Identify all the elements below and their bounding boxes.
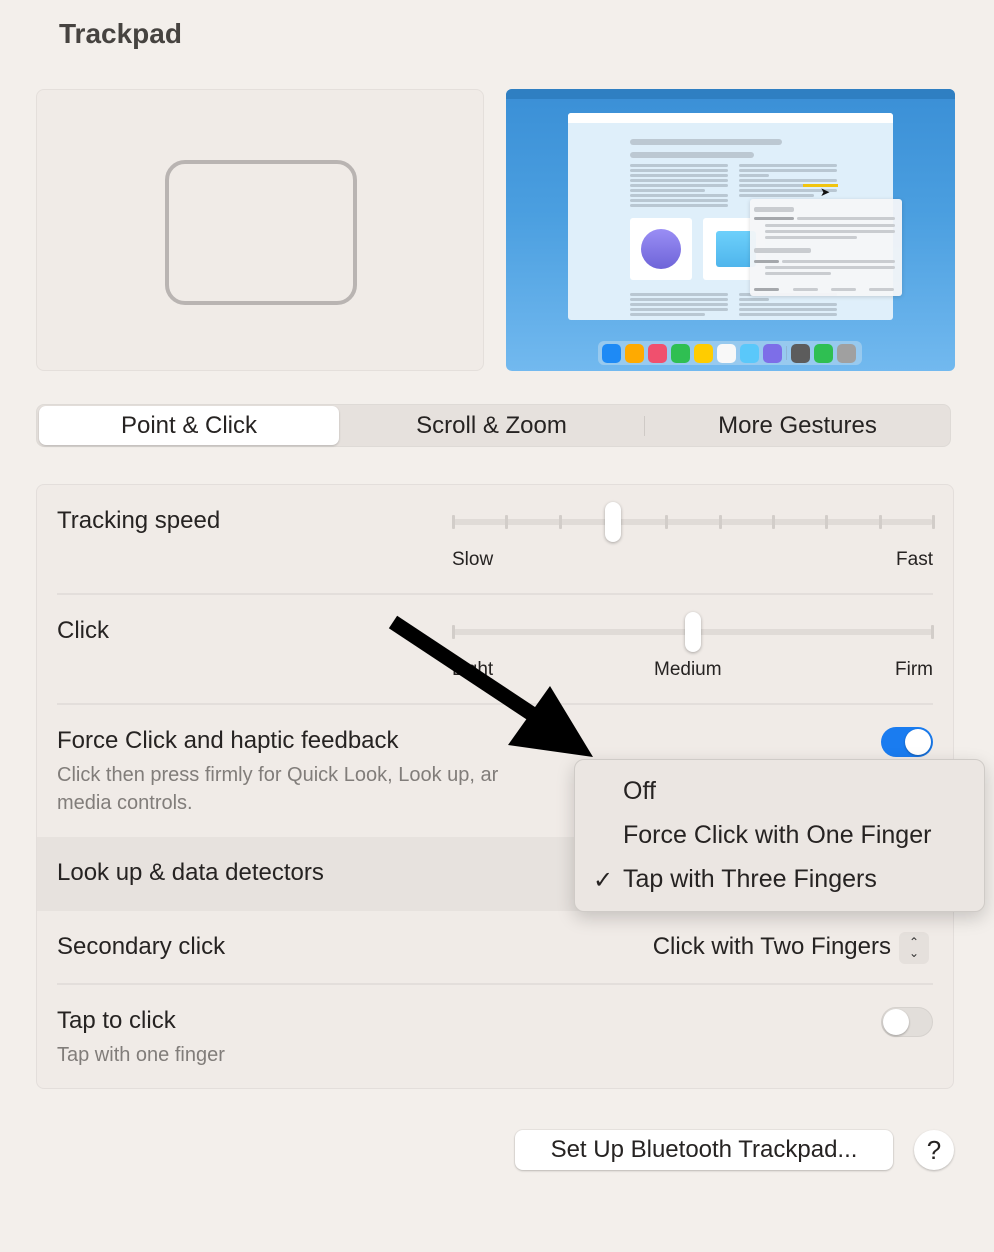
look-up-dropdown-menu: Off Force Click with One Finger ✓ Tap wi…: [574, 759, 985, 912]
tracking-speed-label: Tracking speed: [57, 507, 221, 534]
secondary-click-stepper[interactable]: ⌃ ⌄: [899, 932, 929, 964]
tab-bar: Point & Click Scroll & Zoom More Gesture…: [36, 404, 951, 447]
force-click-label: Force Click and haptic feedback: [57, 727, 399, 754]
dock-app-icon: [791, 343, 810, 363]
help-button[interactable]: ?: [914, 1130, 954, 1170]
dock-app-icon: [602, 343, 621, 363]
checkmark-icon: ✓: [593, 867, 614, 894]
click-option-medium: Medium: [654, 659, 722, 680]
dock-app-icon: [671, 343, 690, 363]
click-slider-thumb[interactable]: [685, 612, 701, 652]
tap-to-click-label: Tap to click: [57, 1007, 176, 1034]
set-up-bluetooth-trackpad-button[interactable]: Set Up Bluetooth Trackpad...: [515, 1130, 893, 1170]
force-click-description-line1: Click then press firmly for Quick Look, …: [57, 764, 499, 786]
preview-dock: [598, 341, 862, 365]
tracking-speed-row: Tracking speed Slow Fast: [37, 485, 953, 595]
slider-tick: [932, 515, 935, 529]
tab-scroll-and-zoom[interactable]: Scroll & Zoom: [339, 406, 644, 445]
dock-app-icon: [648, 343, 667, 363]
dock-app-icon: [763, 343, 782, 363]
click-option-firm: Firm: [895, 659, 933, 680]
slider-min-label: Slow: [452, 549, 494, 570]
slider-max-label: Fast: [896, 549, 933, 570]
force-click-description-line2: media controls.: [57, 792, 193, 814]
gesture-preview-video: ➤: [506, 89, 955, 371]
click-label: Click: [57, 617, 109, 644]
toggle-knob: [883, 1009, 909, 1035]
slider-tick: [878, 515, 882, 529]
dock-app-icon: [717, 343, 736, 363]
slider-tick: [772, 515, 775, 529]
cursor-icon: ➤: [820, 185, 831, 199]
page-title: Trackpad: [59, 18, 182, 49]
chevron-down-icon: ⌄: [908, 946, 920, 960]
dock-app-icon: [740, 343, 759, 363]
dock-app-icon: [837, 343, 856, 363]
menu-item-force-click-one-finger[interactable]: Force Click with One Finger: [623, 821, 931, 850]
dock-app-icon: [814, 343, 833, 363]
click-row: Click Light Medium Firm: [37, 595, 953, 705]
secondary-click-label: Secondary click: [57, 933, 226, 960]
slider-tick: [665, 515, 669, 529]
tab-more-gestures[interactable]: More Gestures: [645, 406, 950, 445]
tap-to-click-toggle[interactable]: [881, 1007, 933, 1037]
menu-item-tap-three-fingers[interactable]: Tap with Three Fingers: [623, 865, 877, 894]
click-option-light: Light: [452, 659, 494, 680]
tap-to-click-description: Tap with one finger: [57, 1044, 225, 1066]
menu-item-off[interactable]: Off: [623, 777, 656, 806]
dock-separator: [786, 346, 787, 360]
trackpad-illustration: [165, 160, 357, 305]
dock-app-icon: [694, 343, 713, 363]
force-click-toggle[interactable]: [881, 727, 933, 757]
tab-point-and-click[interactable]: Point & Click: [39, 406, 339, 445]
slider-tick: [558, 515, 562, 529]
tap-to-click-row: Tap to click Tap with one finger: [37, 985, 953, 1089]
trackpad-preview-panel: [36, 89, 484, 371]
preview-card-circle: [630, 218, 692, 280]
slider-tick: [718, 515, 722, 529]
slider-tick: [505, 515, 509, 529]
slider-tick: [452, 515, 455, 529]
tracking-speed-thumb[interactable]: [605, 502, 621, 542]
dock-app-icon: [625, 343, 644, 363]
toggle-knob: [905, 729, 931, 755]
slider-tick: [825, 515, 829, 529]
secondary-click-row: Secondary click Click with Two Fingers ⌃…: [37, 911, 953, 985]
secondary-click-value[interactable]: Click with Two Fingers: [653, 933, 891, 961]
tracking-speed-slider[interactable]: [453, 519, 933, 525]
preview-lookup-popover: [750, 199, 902, 296]
preview-menubar: [506, 89, 955, 99]
look-up-label: Look up & data detectors: [57, 859, 324, 886]
